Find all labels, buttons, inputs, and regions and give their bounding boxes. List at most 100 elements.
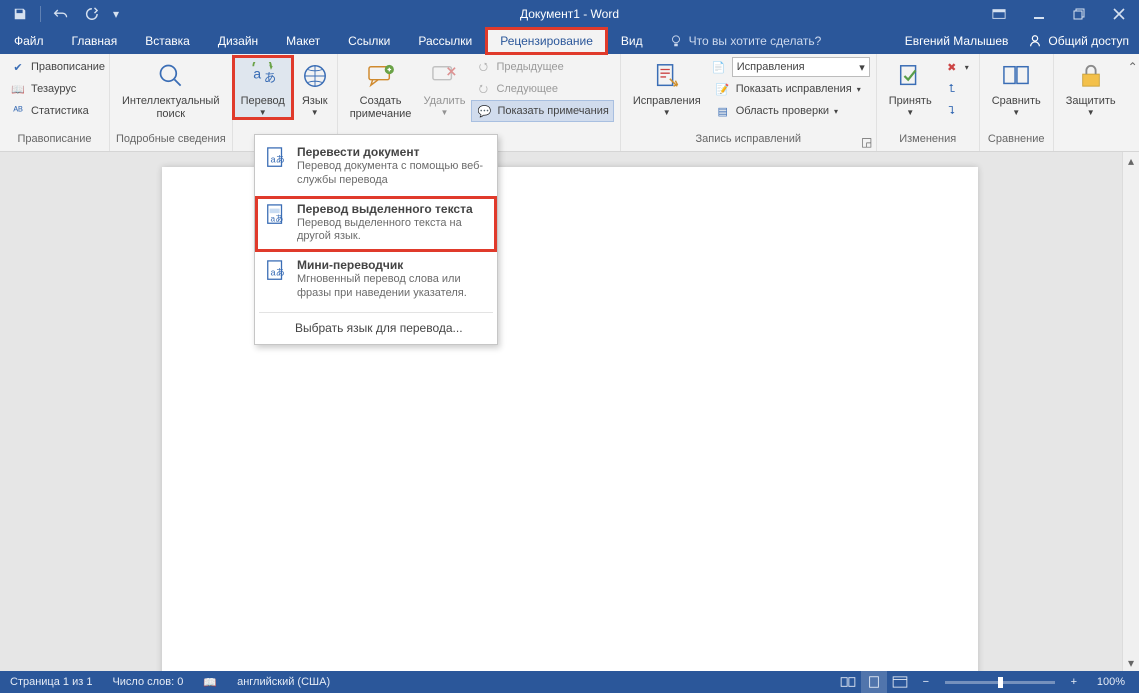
title-bar: ▾ Документ1 - Word bbox=[0, 0, 1139, 28]
translate-dropdown: aあ Перевести документ Перевод документа … bbox=[254, 134, 498, 345]
track-changes-button[interactable]: Исправления ▼ bbox=[627, 56, 707, 119]
share-label: Общий доступ bbox=[1048, 34, 1129, 48]
language-button[interactable]: Язык ▼ bbox=[293, 56, 337, 119]
scroll-down-icon[interactable]: ▾ bbox=[1123, 654, 1139, 671]
zoom-in-icon[interactable]: + bbox=[1061, 671, 1087, 693]
spelling-button[interactable]: ✔︎Правописание bbox=[6, 56, 109, 78]
delete-comment-button[interactable]: Удалить ▼ bbox=[417, 56, 471, 119]
tell-me[interactable]: Что вы хотите сделать? bbox=[657, 28, 834, 54]
tab-design[interactable]: Дизайн bbox=[204, 28, 272, 54]
translate-document-item[interactable]: aあ Перевести документ Перевод документа … bbox=[255, 139, 497, 196]
svg-text:aあ: aあ bbox=[271, 268, 285, 278]
zoom-thumb[interactable] bbox=[998, 677, 1003, 688]
compare-icon bbox=[1000, 60, 1032, 92]
tell-me-label: Что вы хотите сделать? bbox=[689, 34, 822, 48]
proof-icon: 📖 bbox=[203, 676, 217, 689]
translate-label: Перевод bbox=[241, 95, 285, 108]
show-comments-button[interactable]: 💬Показать примечания bbox=[471, 100, 613, 122]
tab-layout[interactable]: Макет bbox=[272, 28, 334, 54]
compare-button[interactable]: Сравнить ▼ bbox=[986, 56, 1047, 119]
svg-text:a: a bbox=[253, 66, 261, 82]
accept-button[interactable]: Принять ▼ bbox=[883, 56, 938, 119]
tab-references[interactable]: Ссылки bbox=[334, 28, 404, 54]
tab-view[interactable]: Вид bbox=[607, 28, 657, 54]
close-icon[interactable] bbox=[1099, 2, 1139, 26]
reviewing-pane-button[interactable]: ▤Область проверки ▾ bbox=[711, 100, 870, 122]
new-comment-button[interactable]: Создать примечание bbox=[344, 56, 418, 122]
tab-home[interactable]: Главная bbox=[58, 28, 132, 54]
display-mode-combo[interactable]: 📄Исправления▾ bbox=[711, 56, 870, 78]
save-icon[interactable] bbox=[6, 2, 34, 26]
comment-new-icon bbox=[365, 60, 397, 92]
new-comment-label: Создать примечание bbox=[350, 95, 412, 120]
stats-button[interactable]: ᴬᴮСтатистика bbox=[6, 100, 109, 122]
undo-icon[interactable] bbox=[47, 2, 75, 26]
language-icon bbox=[299, 60, 331, 92]
prev-comment-button[interactable]: ⭯Предыдущее bbox=[471, 56, 613, 78]
ribbon: ✔︎Правописание 📖Тезаурус ᴬᴮСтатистика Пр… bbox=[0, 54, 1139, 152]
user-name[interactable]: Евгений Малышев bbox=[895, 34, 1019, 48]
tab-mailings[interactable]: Рассылки bbox=[404, 28, 486, 54]
print-layout-icon[interactable] bbox=[861, 671, 887, 693]
choose-language-label: Выбрать язык для перевода... bbox=[295, 321, 463, 335]
tab-review[interactable]: Рецензирование bbox=[486, 28, 607, 54]
choose-language-item[interactable]: Выбрать язык для перевода... bbox=[255, 316, 497, 340]
chevron-down-icon: ▾ bbox=[834, 107, 838, 116]
vertical-scrollbar[interactable]: ▴ ▾ bbox=[1122, 152, 1139, 671]
zoom-out-icon[interactable]: − bbox=[913, 671, 939, 693]
accept-icon bbox=[894, 60, 926, 92]
qat-customize-icon[interactable]: ▾ bbox=[107, 2, 125, 26]
collapse-ribbon-icon[interactable]: ⌃ bbox=[1128, 60, 1138, 74]
prev-change-button[interactable]: ⮤ bbox=[940, 78, 973, 100]
scroll-up-icon[interactable]: ▴ bbox=[1123, 152, 1139, 169]
svg-text:あ: あ bbox=[264, 71, 276, 85]
read-mode-icon[interactable] bbox=[835, 671, 861, 693]
prev-comment-label: Предыдущее bbox=[496, 61, 563, 73]
thesaurus-label: Тезаурус bbox=[31, 83, 76, 95]
group-insights: Интеллектуальный поиск Подробные сведени… bbox=[110, 54, 233, 151]
ribbon-options-icon[interactable] bbox=[979, 2, 1019, 26]
redo-icon[interactable] bbox=[77, 2, 105, 26]
group-changes-label: Изменения bbox=[883, 133, 973, 151]
group-proofing: ✔︎Правописание 📖Тезаурус ᴬᴮСтатистика Пр… bbox=[0, 54, 110, 151]
mini-translator-item[interactable]: aあ Мини-переводчик Мгновенный перевод сл… bbox=[255, 252, 497, 309]
status-bar: Страница 1 из 1 Число слов: 0 📖 английск… bbox=[0, 671, 1139, 693]
zoom-slider[interactable] bbox=[945, 681, 1055, 684]
status-words[interactable]: Число слов: 0 bbox=[102, 671, 193, 693]
reject-button[interactable]: ✖▾ bbox=[940, 56, 973, 78]
group-tracking-label: Запись исправлений bbox=[627, 133, 870, 151]
status-language[interactable]: английский (США) bbox=[227, 671, 340, 693]
zoom-level[interactable]: 100% bbox=[1087, 676, 1139, 688]
thesaurus-button[interactable]: 📖Тезаурус bbox=[6, 78, 109, 100]
status-page[interactable]: Страница 1 из 1 bbox=[0, 671, 102, 693]
translate-button[interactable]: aあ Перевод ▼ bbox=[233, 56, 293, 119]
group-proofing-label: Правописание bbox=[6, 133, 103, 151]
protect-button[interactable]: Защитить ▼ bbox=[1060, 56, 1122, 119]
document-area bbox=[0, 152, 1139, 671]
show-markup-button[interactable]: 📝Показать исправления ▾ bbox=[711, 78, 870, 100]
magnifier-icon bbox=[155, 60, 187, 92]
next-comment-button[interactable]: ⭮Следующее bbox=[471, 78, 613, 100]
separator bbox=[259, 312, 493, 313]
translate-selection-item[interactable]: aあ Перевод выделенного текста Перевод вы… bbox=[255, 196, 497, 253]
web-layout-icon[interactable] bbox=[887, 671, 913, 693]
minimize-icon[interactable] bbox=[1019, 2, 1059, 26]
pane-icon: ▤ bbox=[715, 103, 731, 119]
tab-file[interactable]: Файл bbox=[0, 28, 58, 54]
status-proofing[interactable]: 📖 bbox=[193, 671, 227, 693]
spelling-label: Правописание bbox=[31, 61, 105, 73]
chevron-down-icon: ▼ bbox=[663, 108, 671, 117]
delete-comment-label: Удалить bbox=[423, 95, 465, 108]
doc-icon: 📄 bbox=[711, 59, 727, 75]
translate-document-desc: Перевод документа с помощью веб-службы п… bbox=[297, 160, 487, 188]
show-comments-label: Показать примечания bbox=[497, 105, 608, 117]
smart-lookup-button[interactable]: Интеллектуальный поиск bbox=[116, 56, 225, 122]
reject-icon: ✖ bbox=[944, 59, 960, 75]
share-button[interactable]: Общий доступ bbox=[1018, 34, 1139, 48]
next-change-button[interactable]: ⮧ bbox=[940, 100, 973, 122]
group-protect-label bbox=[1060, 133, 1122, 151]
tab-insert[interactable]: Вставка bbox=[131, 28, 204, 54]
restore-icon[interactable] bbox=[1059, 2, 1099, 26]
dialog-launcher-icon[interactable]: ◲ bbox=[860, 135, 874, 149]
chevron-down-icon: ▼ bbox=[259, 108, 267, 117]
